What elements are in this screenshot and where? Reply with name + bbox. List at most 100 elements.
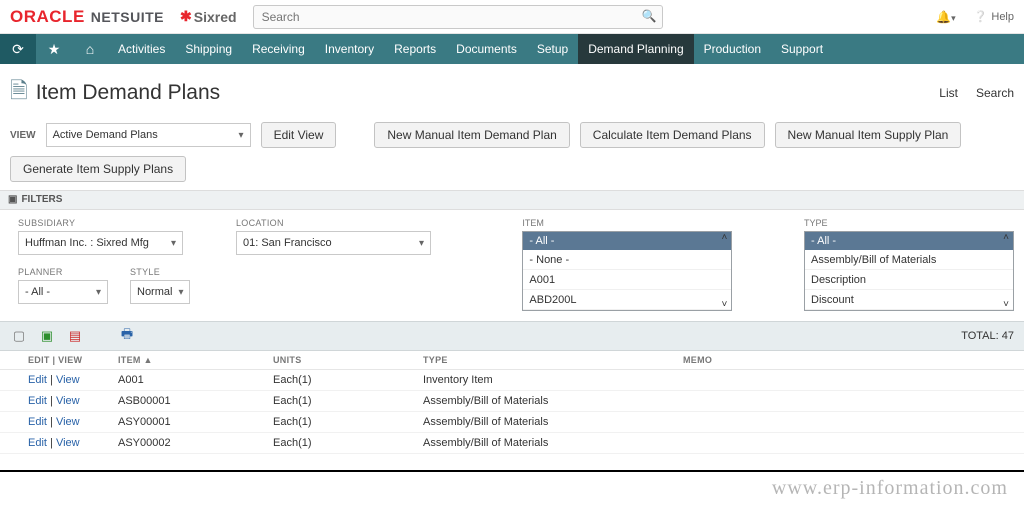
view-select-value: Active Demand Plans <box>53 129 158 141</box>
help-icon: ❔ <box>974 10 988 23</box>
nav-item-inventory[interactable]: Inventory <box>315 34 384 64</box>
style-value: Normal <box>137 286 172 298</box>
view-link[interactable]: View <box>56 437 80 449</box>
location-label: LOCATION <box>236 218 456 228</box>
view-link[interactable]: View <box>56 416 80 428</box>
edit-link[interactable]: Edit <box>28 374 47 386</box>
filters-collapse-icon[interactable]: ▣ <box>8 190 17 210</box>
table-toolbar: ▢ ▣ ▤ 🖶 TOTAL: 47 <box>0 321 1024 351</box>
brand-netsuite: NETSUITE <box>91 9 164 25</box>
new-manual-supply-button[interactable]: New Manual Item Supply Plan <box>775 122 962 148</box>
style-select[interactable]: Normal <box>130 280 190 304</box>
export-pdf-icon[interactable]: ▤ <box>66 327 84 345</box>
page-divider <box>0 470 1024 472</box>
type-listbox-items: Assembly/Bill of MaterialsDescriptionDis… <box>805 250 1013 310</box>
nav-item-production[interactable]: Production <box>694 34 771 64</box>
watermark: www.erp-information.com <box>772 477 1008 500</box>
scroll-up-icon[interactable]: ˄ <box>1003 232 1009 243</box>
view-link[interactable]: View <box>56 395 80 407</box>
edit-view-button[interactable]: Edit View <box>261 122 337 148</box>
type-listbox-head[interactable]: - All - <box>805 232 1013 250</box>
help-link[interactable]: ❔ Help <box>974 10 1014 23</box>
nav-recent-icon[interactable]: ⟳ <box>0 34 36 64</box>
th-units[interactable]: UNITS <box>265 351 415 370</box>
page-title-row: 🗎 Item Demand Plans List Search <box>0 64 1024 118</box>
filters-label: FILTERS <box>21 190 62 210</box>
list-item[interactable]: A001 <box>523 270 731 290</box>
location-value: 01: San Francisco <box>243 237 332 249</box>
planner-select[interactable]: - All - <box>18 280 108 304</box>
edit-link[interactable]: Edit <box>28 416 47 428</box>
view-link[interactable]: View <box>56 374 80 386</box>
list-item[interactable]: Discount <box>805 290 1013 310</box>
export-excel-icon[interactable]: ▣ <box>38 327 56 345</box>
th-item[interactable]: ITEM ▲ <box>110 351 265 370</box>
view-select[interactable]: Active Demand Plans <box>46 123 251 147</box>
nav-item-support[interactable]: Support <box>771 34 833 64</box>
topbar: ORACLE NETSUITE ✱ Sixred 🔍 🔔▾ ❔ Help <box>0 0 1024 34</box>
th-editview[interactable]: EDIT | VIEW <box>0 351 110 370</box>
cell-memo <box>675 433 1024 454</box>
scroll-up-icon[interactable]: ˄ <box>721 232 727 243</box>
view-label: VIEW <box>10 130 36 141</box>
edit-link[interactable]: Edit <box>28 395 47 407</box>
brand-sixred: ✱ Sixred <box>180 8 237 25</box>
filters-header[interactable]: ▣ FILTERS <box>0 190 1024 210</box>
scroll-down-icon[interactable]: ˅ <box>721 299 727 310</box>
th-type[interactable]: TYPE <box>415 351 675 370</box>
scroll-down-icon[interactable]: ˅ <box>1003 299 1009 310</box>
cell-memo <box>675 391 1024 412</box>
list-item[interactable]: ABD200L <box>523 290 731 310</box>
subsidiary-select[interactable]: Huffman Inc. : Sixred Mfg <box>18 231 183 255</box>
generate-supply-plans-button[interactable]: Generate Item Supply Plans <box>10 156 186 182</box>
item-listbox[interactable]: - All - - None -A001ABD200L ˄˅ <box>522 231 732 311</box>
list-item[interactable]: Description <box>805 270 1013 290</box>
export-csv-icon[interactable]: ▢ <box>10 327 28 345</box>
search-input[interactable] <box>253 5 663 29</box>
brand-oracle-netsuite: ORACLE NETSUITE <box>10 7 164 27</box>
nav-item-receiving[interactable]: Receiving <box>242 34 315 64</box>
table-total: TOTAL: 47 <box>961 330 1014 342</box>
filter-planner: PLANNER - All - <box>18 267 108 304</box>
item-label: ITEM <box>522 218 732 228</box>
global-search[interactable]: 🔍 <box>253 5 663 29</box>
nav-item-reports[interactable]: Reports <box>384 34 446 64</box>
list-link[interactable]: List <box>939 86 958 100</box>
search-link[interactable]: Search <box>976 86 1014 100</box>
calculate-demand-button[interactable]: Calculate Item Demand Plans <box>580 122 765 148</box>
nav-star-icon[interactable]: ★ <box>36 41 72 58</box>
list-item[interactable]: Assembly/Bill of Materials <box>805 250 1013 270</box>
nav-item-demand-planning[interactable]: Demand Planning <box>578 34 693 64</box>
subsidiary-value: Huffman Inc. : Sixred Mfg <box>25 237 149 249</box>
nav-home-icon[interactable]: ⌂ <box>72 41 108 57</box>
print-icon[interactable]: 🖶 <box>118 327 136 345</box>
nav-item-activities[interactable]: Activities <box>108 34 175 64</box>
cell-item: ASB00001 <box>110 391 265 412</box>
notifications-icon[interactable]: 🔔▾ <box>936 10 955 24</box>
th-memo[interactable]: MEMO <box>675 351 1024 370</box>
nav-item-documents[interactable]: Documents <box>446 34 527 64</box>
new-manual-demand-button[interactable]: New Manual Item Demand Plan <box>374 122 569 148</box>
type-scroll[interactable]: ˄˅ <box>999 232 1013 310</box>
type-listbox[interactable]: - All - Assembly/Bill of MaterialsDescri… <box>804 231 1014 311</box>
list-item[interactable]: - None - <box>523 250 731 270</box>
edit-link[interactable]: Edit <box>28 437 47 449</box>
cell-item: A001 <box>110 370 265 391</box>
cell-item: ASY00002 <box>110 433 265 454</box>
item-scroll[interactable]: ˄˅ <box>717 232 731 310</box>
filter-style: STYLE Normal <box>130 267 190 304</box>
table-row: Edit | ViewA001Each(1)Inventory Item <box>0 370 1024 391</box>
main-nav: ⟳ ★ ⌂ ActivitiesShippingReceivingInvento… <box>0 34 1024 64</box>
nav-item-setup[interactable]: Setup <box>527 34 578 64</box>
help-label: Help <box>991 11 1014 23</box>
topbar-right: 🔔▾ ❔ Help <box>936 10 1014 24</box>
search-icon[interactable]: 🔍 <box>642 9 657 23</box>
location-select[interactable]: 01: San Francisco <box>236 231 431 255</box>
cell-type: Inventory Item <box>415 370 675 391</box>
item-listbox-head[interactable]: - All - <box>523 232 731 250</box>
nav-item-shipping[interactable]: Shipping <box>175 34 242 64</box>
table-row: Edit | ViewASY00002Each(1)Assembly/Bill … <box>0 433 1024 454</box>
filter-type-wrap: TYPE - All - Assembly/Bill of MaterialsD… <box>804 218 1014 311</box>
style-label: STYLE <box>130 267 190 277</box>
cell-type: Assembly/Bill of Materials <box>415 391 675 412</box>
